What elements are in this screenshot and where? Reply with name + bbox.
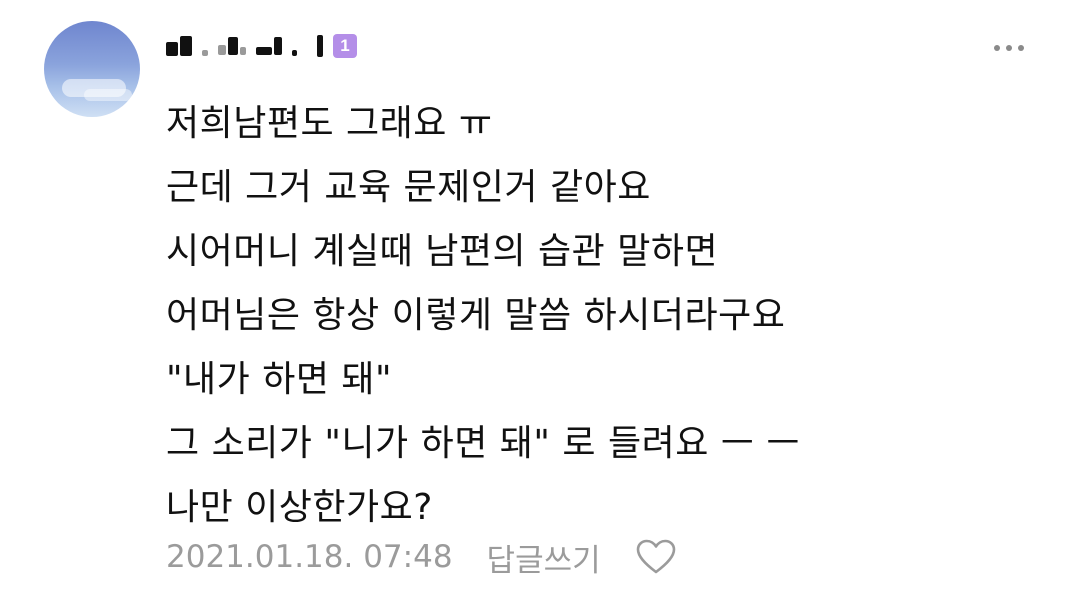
pixel-block [166,36,192,56]
comment-line: 저희남편도 그래요 ㅠ [166,103,493,144]
comment-line: 어머님은 항상 이렇게 말씀 하시더라구요 [166,295,786,336]
more-horizontal-icon [1018,45,1024,51]
comment-line: "내가 하면 돼" [166,359,393,400]
comment-timestamp: 2021.01.18. 07:48 [166,539,453,575]
comment-text: 저희남편도 그래요 ㅠ 근데 그거 교육 문제인거 같아요 시어머니 계실때 남… [166,92,1036,540]
pixel-block [218,37,246,55]
pixel-block [256,37,282,55]
reply-button[interactable]: 답글쓰기 [487,535,601,580]
pixel-block [317,35,323,57]
comment-line: 시어머니 계실때 남편의 습관 말하면 [166,231,719,272]
more-horizontal-icon [1006,45,1012,51]
avatar[interactable] [44,21,140,117]
like-button[interactable] [635,537,677,577]
comment-meta: 2021.01.18. 07:48 답글쓰기 [166,530,677,584]
more-horizontal-icon [994,45,1000,51]
member-level-badge: 1 [333,34,357,58]
avatar-image-cloud [84,89,132,101]
author-nickname-pixelated[interactable] [166,34,323,58]
more-options-button[interactable] [984,36,1034,60]
author-row: 1 [166,30,357,62]
comment-line: 근데 그거 교육 문제인거 같아요 [166,167,651,208]
pixel-block [292,50,297,56]
heart-outline-icon [636,539,675,574]
comment-line: 그 소리가 "니가 하면 돼" 로 들려요 ㅡ ㅡ [166,423,800,464]
pixel-block [202,50,208,56]
